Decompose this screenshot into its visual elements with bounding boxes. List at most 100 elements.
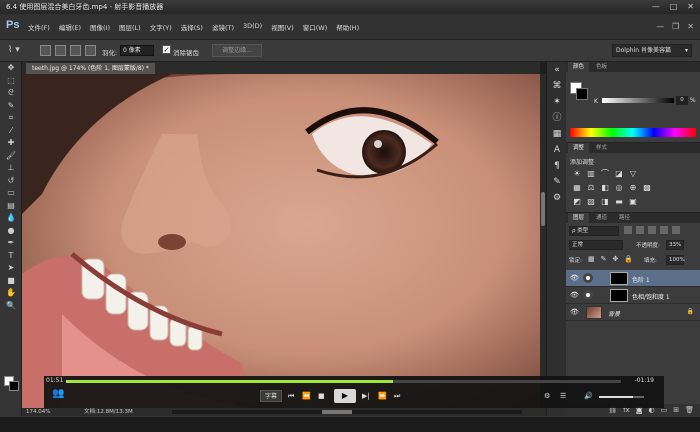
eyedropper-tool-icon[interactable]: ⁄ [0, 125, 22, 138]
menu-item[interactable]: 编辑(E) [59, 22, 81, 32]
lock-position-icon[interactable]: ✥ [613, 255, 619, 263]
delete-layer-icon[interactable]: 🗑 [685, 404, 694, 416]
selective-color-icon[interactable]: ▣ [628, 197, 638, 207]
layer-row[interactable]: 👁 背景 🔒 [566, 304, 700, 321]
pen-tool-icon[interactable]: ✒ [0, 237, 22, 250]
eye-icon[interactable]: 👁 [570, 291, 579, 299]
menu-item[interactable]: 图像(I) [90, 22, 110, 32]
gradient-tool-icon[interactable]: ▤ [0, 200, 22, 213]
layer-filter-select[interactable]: ρ 类型 [569, 226, 619, 236]
filter-type-icon[interactable] [648, 226, 656, 234]
channel-mixer-icon[interactable]: ⊕ [628, 183, 638, 193]
subtitle-button[interactable]: 字幕 [260, 390, 282, 402]
filter-adjustment-icon[interactable] [636, 226, 644, 234]
blur-tool-icon[interactable]: 💧 [0, 212, 22, 225]
menu-item[interactable]: 选择(S) [181, 22, 203, 32]
subtract-selection-icon[interactable] [70, 45, 81, 56]
character-icon[interactable]: A [547, 142, 567, 158]
collapse-icon[interactable]: « [547, 62, 567, 78]
posterize-icon[interactable]: ▨ [586, 197, 596, 207]
tab-styles[interactable]: 样式 [591, 143, 612, 153]
eraser-tool-icon[interactable]: ▭ [0, 187, 22, 200]
skip-forward-icon[interactable]: ⏭ [394, 390, 400, 402]
clone-stamp-tool-icon[interactable]: ⊥ [0, 162, 22, 175]
k-channel-value[interactable]: 0 [676, 96, 688, 105]
ps-close-icon[interactable]: ✕ [687, 22, 694, 31]
document-tab[interactable]: teeth.jpg @ 174% (色阶 1, 图层蒙版/8) * [26, 63, 155, 74]
seek-bar[interactable] [66, 380, 621, 383]
tool-presets-icon[interactable]: ⚙ [547, 190, 567, 206]
vibrance-icon[interactable]: ▽ [628, 169, 638, 179]
stop-icon[interactable]: ■ [318, 390, 325, 402]
menu-item[interactable]: 文件(F) [28, 22, 50, 32]
brush-tool-icon[interactable]: 🖌 [0, 150, 22, 163]
lock-all-icon[interactable]: 🔒 [624, 255, 633, 263]
playlist-icon[interactable]: ☰ [560, 390, 566, 402]
menu-item[interactable]: 文字(Y) [150, 22, 172, 32]
color-lookup-icon[interactable]: ▩ [642, 183, 652, 193]
user-icon[interactable]: 👥 [52, 388, 64, 399]
menu-item[interactable]: 窗口(W) [303, 22, 328, 32]
skip-back-icon[interactable]: ⏮ [288, 390, 294, 402]
layer-mask-thumbnail[interactable] [610, 289, 628, 302]
canvas-horizontal-scrollbar[interactable] [172, 410, 522, 414]
photo-filter-icon[interactable]: ◎ [614, 183, 624, 193]
layer-row[interactable]: 👁 色阶 1 [566, 270, 700, 287]
menu-item[interactable]: 图层(L) [119, 22, 141, 32]
k-channel-slider[interactable] [602, 98, 674, 103]
zoom-tool-icon[interactable]: 🔍 [0, 300, 22, 313]
layer-mask-thumbnail[interactable] [610, 272, 628, 285]
document-canvas[interactable] [22, 74, 540, 408]
layer-row[interactable]: 👁 色相/饱和度 1 [566, 287, 700, 304]
intersect-selection-icon[interactable] [85, 45, 96, 56]
fast-forward-icon[interactable]: ⏩ [378, 390, 387, 402]
brush-preset-icon[interactable]: ▦ [547, 126, 567, 142]
filter-pixel-icon[interactable] [624, 226, 632, 234]
gradient-map-icon[interactable]: ▬ [614, 197, 624, 207]
menu-item[interactable]: 3D(D) [243, 22, 262, 32]
color-spectrum-bar[interactable] [570, 128, 696, 137]
menu-item[interactable]: 视图(V) [271, 22, 294, 32]
brightness-icon[interactable]: ☀ [572, 169, 582, 179]
lasso-tool-preset-icon[interactable]: ⌇ ▾ [8, 45, 32, 57]
threshold-icon[interactable]: ◨ [600, 197, 610, 207]
feather-input[interactable]: 0 像素 [120, 45, 154, 56]
healing-brush-tool-icon[interactable]: ✚ [0, 137, 22, 150]
info-icon[interactable]: ⓘ [547, 110, 567, 126]
tab-layers[interactable]: 图层 [568, 213, 590, 223]
maximize-button[interactable]: □ [670, 2, 678, 12]
background-color-swatch[interactable] [9, 381, 19, 391]
filter-smart-icon[interactable] [672, 226, 680, 234]
history-icon[interactable]: ⌘ [547, 78, 567, 94]
lock-transparency-icon[interactable]: ▦ [588, 255, 595, 263]
paragraph-icon[interactable]: ¶ [547, 158, 567, 174]
tab-adjustments[interactable]: 调整 [568, 143, 590, 153]
color-balance-icon[interactable]: ⚖ [586, 183, 596, 193]
minimize-button[interactable]: — [652, 2, 660, 12]
fill-input[interactable]: 100% [666, 255, 685, 265]
close-button[interactable]: ✕ [687, 2, 694, 12]
navigator-icon[interactable]: ✶ [547, 94, 567, 110]
zoom-level[interactable]: 174.04% [26, 408, 50, 416]
color-background-swatch[interactable] [576, 88, 588, 100]
type-tool-icon[interactable]: T [0, 250, 22, 263]
new-layer-icon[interactable]: ⊞ [673, 404, 679, 416]
tab-channels[interactable]: 通道 [591, 213, 612, 223]
filter-shape-icon[interactable] [660, 226, 668, 234]
tab-paths[interactable]: 路径 [614, 213, 635, 223]
quick-selection-tool-icon[interactable]: ✎ [0, 100, 22, 113]
move-tool-icon[interactable]: ✥ [0, 62, 22, 75]
crop-tool-icon[interactable]: ⌗ [0, 112, 22, 125]
dodge-tool-icon[interactable]: ● [0, 225, 22, 238]
tab-color[interactable]: 颜色 [568, 62, 590, 72]
eye-icon[interactable]: 👁 [570, 274, 579, 282]
path-selection-tool-icon[interactable]: ➤ [0, 262, 22, 275]
step-forward-icon[interactable]: ▶| [362, 390, 370, 402]
menu-item[interactable]: 滤镜(T) [212, 22, 234, 32]
blend-mode-select[interactable]: 正常 [569, 240, 623, 250]
hand-tool-icon[interactable]: ✋ [0, 287, 22, 300]
rewind-icon[interactable]: ⏪ [302, 390, 311, 402]
play-button[interactable]: ▶ [334, 389, 356, 403]
black-white-icon[interactable]: ◧ [600, 183, 610, 193]
scroll-thumb[interactable] [541, 192, 545, 226]
